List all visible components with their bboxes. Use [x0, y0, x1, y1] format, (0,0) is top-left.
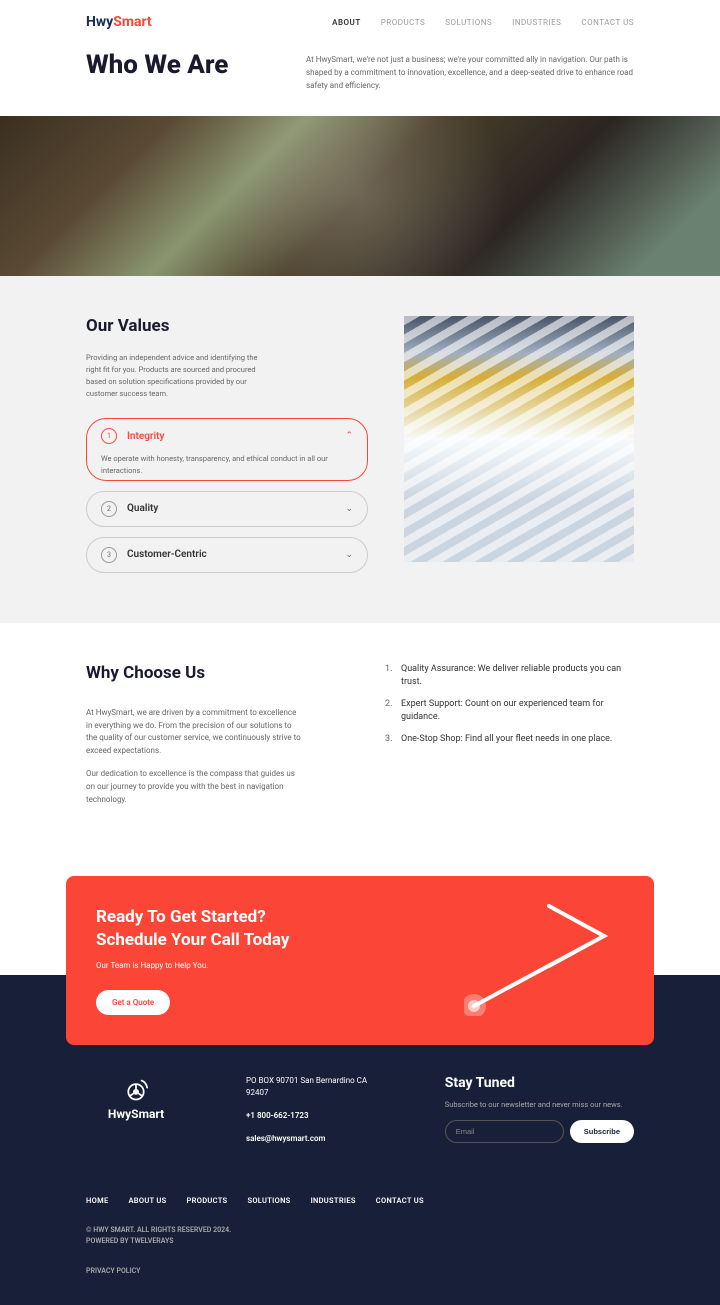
cta-title-line1: Ready To Get Started? [96, 907, 266, 927]
values-title: Our Values [86, 316, 368, 336]
footer-nav-solutions[interactable]: Solutions [247, 1196, 290, 1205]
accordion-quality[interactable]: 2 Quality ⌄ [86, 491, 368, 527]
accordion-customer[interactable]: 3 Customer-Centric ⌄ [86, 537, 368, 573]
footer-phone[interactable]: +1 800-662-1723 [246, 1110, 385, 1123]
arrow-icon [464, 896, 624, 1016]
nav-about[interactable]: About [332, 18, 361, 27]
accordion-label: Quality [127, 503, 345, 514]
chevron-up-icon: ⌃ [345, 431, 353, 441]
subscribe-button[interactable]: Subscribe [570, 1120, 634, 1143]
main-nav: About Products Solutions Industries Cont… [332, 18, 634, 27]
hero-description: At HwySmart, we're not just a business; … [306, 50, 634, 92]
list-item: One-Stop Shop: Find all your fleet needs… [385, 733, 634, 747]
list-item: Quality Assurance: We deliver reliable p… [385, 663, 634, 690]
chevron-down-icon: ⌄ [345, 550, 353, 560]
accordion-number: 1 [101, 428, 117, 444]
accordion-label: Integrity [127, 431, 345, 442]
newsletter-description: Subscribe to our newsletter and never mi… [445, 1099, 634, 1110]
accordion-number: 3 [101, 547, 117, 563]
cta-banner: Ready To Get Started? Schedule Your Call… [66, 876, 654, 1044]
powered-by: POWERED BY TWELVERAYS [86, 1236, 634, 1247]
footer-address: PO BOX 90701 San Bernardino CA 92407 [246, 1075, 385, 1101]
accordion-label: Customer-Centric [127, 549, 345, 560]
accordion-number: 2 [101, 501, 117, 517]
cta-title-line2: Schedule Your Call Today [96, 930, 289, 950]
why-paragraph-2: Our dedication to excellence is the comp… [86, 768, 301, 806]
footer-nav-about[interactable]: About Us [128, 1196, 166, 1205]
nav-contact[interactable]: Contact Us [581, 18, 634, 27]
privacy-link[interactable]: Privacy Policy [86, 1267, 634, 1275]
logo-hwy: Hwy [86, 14, 113, 30]
nav-solutions[interactable]: Solutions [445, 18, 492, 27]
values-description: Providing an independent advice and iden… [86, 352, 266, 400]
chevron-down-icon: ⌄ [345, 504, 353, 514]
logo[interactable]: HwySmart [86, 14, 152, 30]
nav-industries[interactable]: Industries [512, 18, 561, 27]
footer-logo[interactable]: HwySmart [86, 1075, 186, 1121]
nav-products[interactable]: Products [381, 18, 425, 27]
footer-logo-text: HwySmart [108, 1107, 164, 1121]
steering-wheel-icon [122, 1075, 150, 1103]
logo-smart: Smart [113, 14, 151, 30]
newsletter-title: Stay Tuned [445, 1075, 634, 1091]
list-item: Expert Support: Count on our experienced… [385, 698, 634, 725]
email-input[interactable] [445, 1120, 564, 1143]
why-paragraph-1: At HwySmart, we are driven by a commitme… [86, 707, 301, 758]
copyright: © HWY SMART. ALL RIGHTS RESERVED 2024. [86, 1225, 634, 1236]
page-title: Who We Are [86, 50, 266, 92]
accordion-content: We operate with honesty, transparency, a… [87, 453, 367, 480]
footer-nav-contact[interactable]: Contact Us [376, 1196, 424, 1205]
footer-email[interactable]: sales@hwysmart.com [246, 1133, 385, 1146]
why-list: Quality Assurance: We deliver reliable p… [385, 663, 634, 817]
why-title: Why Choose Us [86, 663, 335, 683]
values-image [404, 316, 634, 562]
hero-image [0, 116, 720, 276]
footer-nav: Home About Us Products Solutions Industr… [86, 1196, 634, 1205]
get-quote-button[interactable]: Get a Quote [96, 990, 170, 1015]
footer-nav-products[interactable]: Products [187, 1196, 228, 1205]
accordion-integrity[interactable]: 1 Integrity ⌃ We operate with honesty, t… [86, 418, 368, 481]
footer-nav-home[interactable]: Home [86, 1196, 108, 1205]
footer-nav-industries[interactable]: Industries [311, 1196, 356, 1205]
